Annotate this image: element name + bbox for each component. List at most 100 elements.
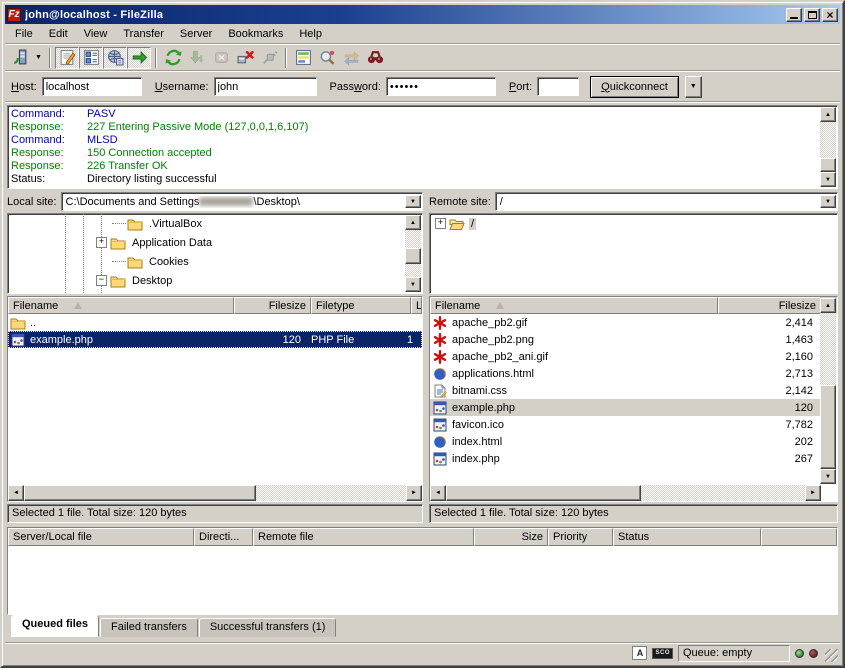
expand-icon[interactable]: +: [96, 237, 107, 248]
column-last-modified[interactable]: L: [411, 297, 422, 314]
column-filename[interactable]: Filename: [430, 297, 718, 314]
file-row[interactable]: favicon.ico 7,782: [430, 416, 821, 433]
tree-item-application-data[interactable]: + Application Data: [8, 233, 422, 252]
image-file-icon: [432, 350, 448, 364]
synchronized-browsing-button[interactable]: [339, 47, 363, 69]
file-row[interactable]: bitnami.css 2,142: [430, 382, 821, 399]
scroll-thumb[interactable]: [820, 158, 836, 172]
reconnect-button[interactable]: [257, 47, 281, 69]
menu-view[interactable]: View: [76, 26, 116, 42]
find-files-button[interactable]: [363, 47, 387, 69]
local-site-combobox[interactable]: C:\Documents and Settings\Desktop\ ▼: [61, 192, 423, 211]
scroll-right-icon[interactable]: ►: [805, 485, 821, 501]
scroll-up-icon[interactable]: ▲: [820, 107, 836, 122]
scroll-thumb[interactable]: [446, 485, 641, 501]
remote-tree-icon: [107, 49, 124, 66]
file-row-parent-dir[interactable]: ..: [8, 314, 422, 331]
remote-list-scrollbar[interactable]: ▲ ▼: [820, 298, 836, 484]
scroll-left-icon[interactable]: ◄: [8, 485, 24, 501]
local-list-hscrollbar[interactable]: ◄ ►: [8, 485, 422, 501]
remote-list-hscrollbar[interactable]: ◄ ►: [430, 485, 821, 501]
local-directory-tree[interactable]: ▲ ▼ .VirtualBox + Application Data: [7, 213, 423, 294]
file-row[interactable]: apache_pb2.png 1,463: [430, 331, 821, 348]
disconnect-button[interactable]: [233, 47, 257, 69]
tab-failed-transfers[interactable]: Failed transfers: [100, 618, 198, 637]
tree-item-desktop[interactable]: − Desktop: [8, 271, 422, 290]
close-icon[interactable]: ×: [822, 8, 838, 22]
file-row[interactable]: apache_pb2.gif 2,414: [430, 314, 821, 331]
username-input[interactable]: [214, 77, 317, 96]
folder-icon: [10, 316, 26, 330]
quickconnect-button[interactable]: Quickconnect: [590, 76, 679, 98]
column-filetype[interactable]: Filetype: [311, 297, 411, 314]
file-row[interactable]: apache_pb2_ani.gif 2,160: [430, 348, 821, 365]
refresh-button[interactable]: [161, 47, 185, 69]
datatype-icon[interactable]: A: [632, 646, 647, 660]
open-folder-icon: [449, 217, 465, 231]
scroll-thumb[interactable]: [820, 385, 836, 469]
maximize-icon[interactable]: [804, 8, 820, 22]
statusbar: A SCO Queue: empty: [5, 642, 840, 663]
quickconnect-dropdown-icon[interactable]: ▼: [685, 76, 702, 98]
column-priority[interactable]: Priority: [548, 528, 613, 546]
menu-bookmarks[interactable]: Bookmarks: [220, 26, 291, 42]
file-row[interactable]: applications.html 2,713: [430, 365, 821, 382]
column-server-local-file[interactable]: Server/Local file: [8, 528, 194, 546]
tree-item-cookies[interactable]: Cookies: [8, 252, 422, 271]
queue-body[interactable]: [8, 546, 837, 614]
remote-list-body[interactable]: apache_pb2.gif 2,414 apache_pb2.png 1,46…: [430, 314, 821, 485]
scroll-up-icon[interactable]: ▲: [820, 298, 836, 313]
directory-listing-filters-button[interactable]: [291, 47, 315, 69]
toggle-message-log-button[interactable]: [55, 47, 79, 69]
host-input[interactable]: [42, 77, 142, 96]
local-list-body[interactable]: .. example.php 120 PHP File 1: [8, 314, 422, 485]
directory-comparison-button[interactable]: [315, 47, 339, 69]
tree-item-root[interactable]: + /: [430, 214, 837, 233]
remote-directory-tree[interactable]: + /: [429, 213, 838, 294]
menu-help[interactable]: Help: [291, 26, 330, 42]
expand-icon[interactable]: +: [435, 218, 446, 229]
minimize-icon[interactable]: [786, 8, 802, 22]
column-filename[interactable]: Filename: [8, 297, 234, 314]
speed-limits-icon[interactable]: SCO: [652, 648, 673, 659]
tree-item-virtualbox[interactable]: .VirtualBox: [8, 214, 422, 233]
log-scrollbar[interactable]: ▲ ▼: [820, 107, 836, 187]
cancel-operation-button[interactable]: [209, 47, 233, 69]
column-direction[interactable]: Directi...: [194, 528, 253, 546]
site-manager-dropdown-icon[interactable]: ▼: [32, 47, 45, 69]
titlebar[interactable]: Fz john@localhost - FileZilla ×: [5, 5, 840, 24]
file-row[interactable]: index.php 267: [430, 450, 821, 467]
remote-site-combobox[interactable]: / ▼: [495, 192, 838, 211]
toggle-local-tree-button[interactable]: [79, 47, 103, 69]
site-manager-button[interactable]: [8, 47, 32, 69]
scroll-left-icon[interactable]: ◄: [430, 485, 446, 501]
column-remote-file[interactable]: Remote file: [253, 528, 474, 546]
scroll-right-icon[interactable]: ►: [406, 485, 422, 501]
scroll-thumb[interactable]: [24, 485, 256, 501]
column-size[interactable]: Size: [474, 528, 548, 546]
column-filesize[interactable]: Filesize: [234, 297, 311, 314]
column-filesize[interactable]: Filesize: [718, 297, 821, 314]
chevron-down-icon[interactable]: ▼: [820, 195, 836, 208]
tab-queued-files[interactable]: Queued files: [11, 615, 99, 637]
file-row-example-php[interactable]: example.php 120 PHP File 1: [8, 331, 422, 348]
column-status[interactable]: Status: [613, 528, 761, 546]
menu-server[interactable]: Server: [172, 26, 220, 42]
password-input[interactable]: [386, 77, 496, 96]
toggle-transfer-queue-button[interactable]: [127, 47, 151, 69]
tab-successful-transfers[interactable]: Successful transfers (1): [199, 618, 337, 637]
scroll-down-icon[interactable]: ▼: [820, 469, 836, 484]
collapse-icon[interactable]: −: [96, 275, 107, 286]
file-row[interactable]: index.html 202: [430, 433, 821, 450]
process-queue-button[interactable]: [185, 47, 209, 69]
menu-transfer[interactable]: Transfer: [115, 26, 172, 42]
resize-grip[interactable]: [825, 649, 838, 662]
toggle-remote-tree-button[interactable]: [103, 47, 127, 69]
chevron-down-icon[interactable]: ▼: [405, 195, 421, 208]
message-log[interactable]: Command:PASV Response:227 Entering Passi…: [7, 105, 838, 189]
menu-edit[interactable]: Edit: [41, 26, 76, 42]
scroll-down-icon[interactable]: ▼: [820, 172, 836, 187]
menu-file[interactable]: File: [7, 26, 41, 42]
port-input[interactable]: [537, 77, 579, 96]
file-row-selected[interactable]: example.php 120: [430, 399, 821, 416]
